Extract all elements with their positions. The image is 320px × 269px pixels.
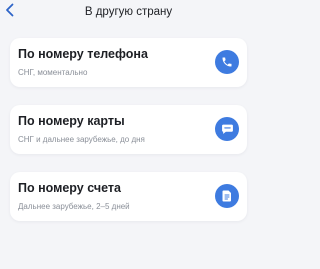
- option-card-card[interactable]: По номеру карты СНГ и дальнее зарубежье,…: [10, 105, 247, 154]
- option-title: По номеру счета: [18, 181, 121, 195]
- chat-icon: [221, 124, 233, 134]
- option-card-account[interactable]: По номеру счета Дальнее зарубежье, 2–5 д…: [10, 172, 247, 221]
- option-title: По номеру карты: [18, 114, 125, 128]
- chevron-left-icon: [5, 3, 13, 17]
- option-icon-circle: [215, 117, 239, 141]
- back-button[interactable]: [2, 2, 16, 18]
- phone-icon: [222, 57, 232, 67]
- option-icon-circle: [215, 184, 239, 208]
- option-subtitle: Дальнее зарубежье, 2–5 дней: [18, 202, 130, 211]
- option-title: По номеру телефона: [18, 47, 148, 61]
- header: В другую страну: [0, 0, 257, 24]
- transfer-options-list: По номеру телефона СНГ, моментально По н…: [0, 24, 257, 221]
- option-card-phone[interactable]: По номеру телефона СНГ, моментально: [10, 38, 247, 87]
- option-subtitle: СНГ и дальнее зарубежье, до дня: [18, 135, 145, 144]
- page-title: В другую страну: [84, 6, 173, 18]
- option-icon-circle: [215, 50, 239, 74]
- option-subtitle: СНГ, моментально: [18, 68, 88, 77]
- document-icon: [222, 190, 231, 202]
